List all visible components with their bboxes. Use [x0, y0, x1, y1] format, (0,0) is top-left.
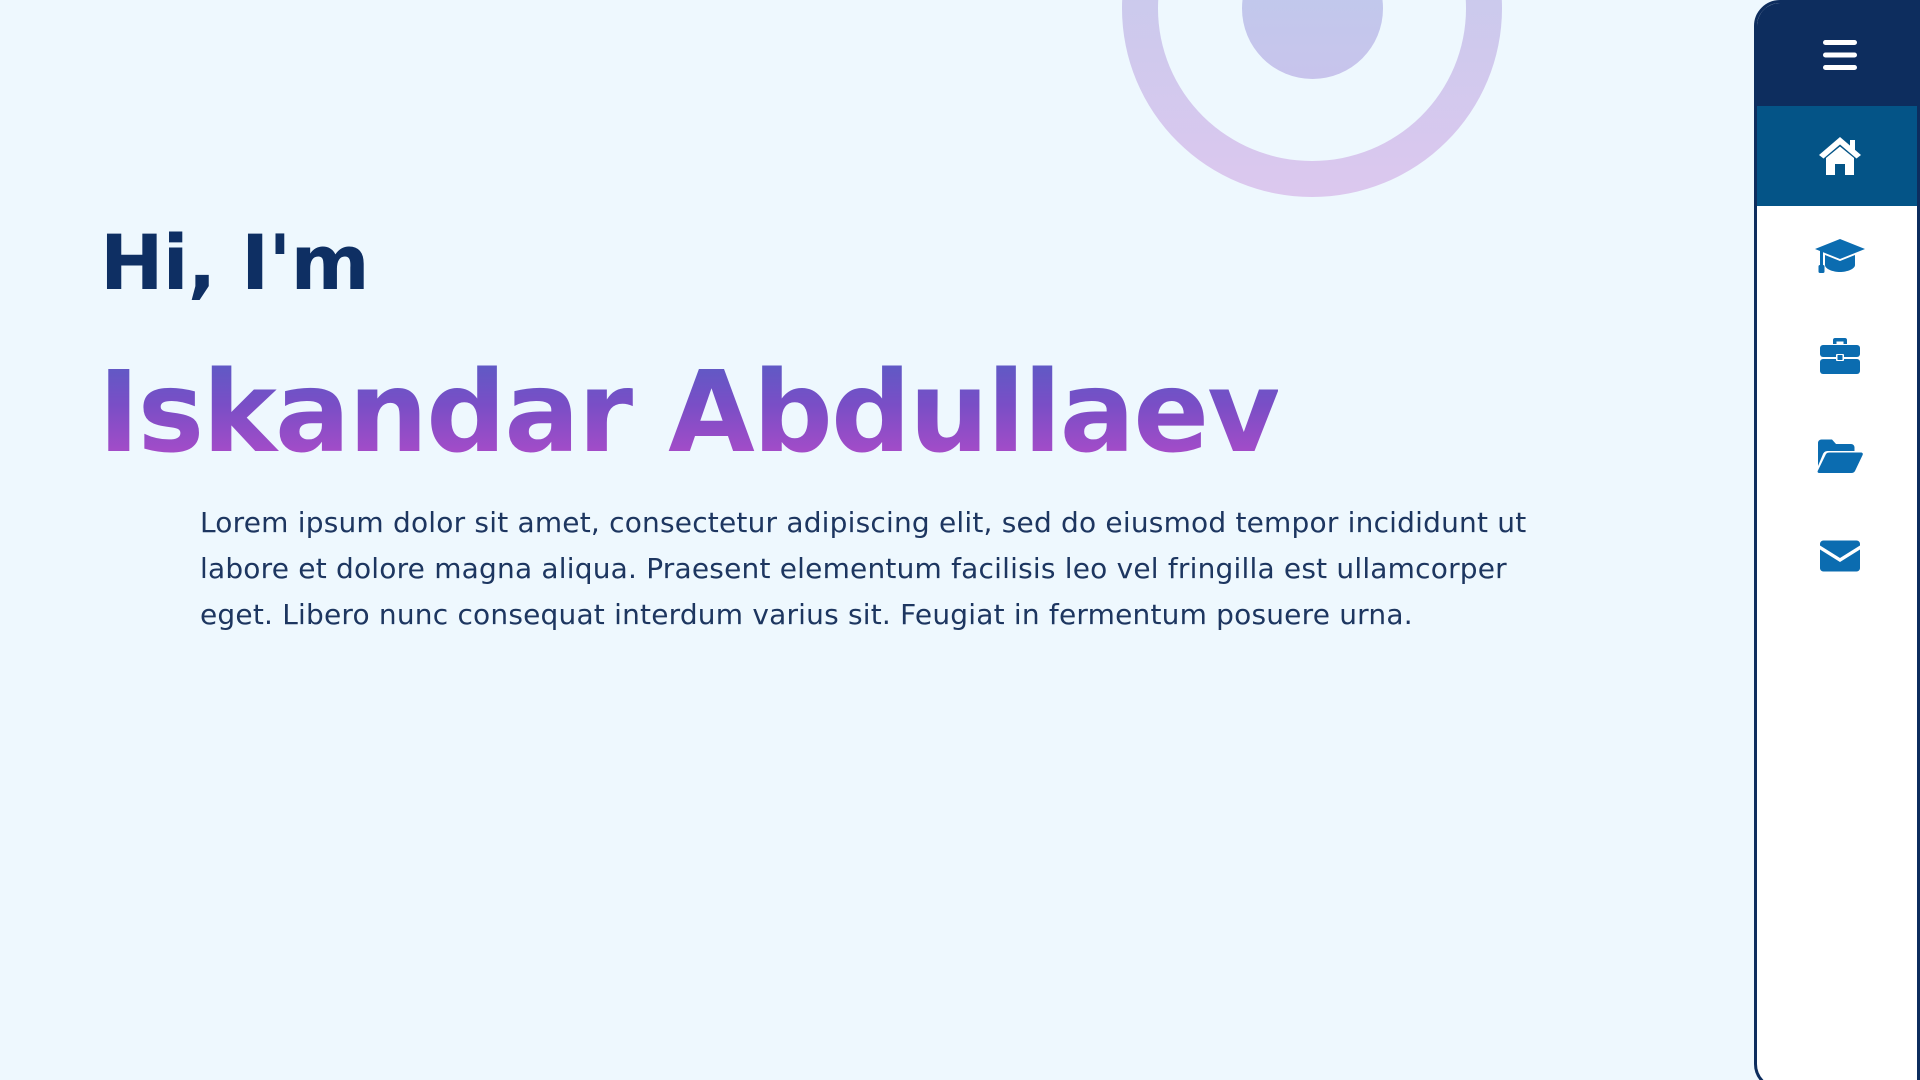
nav-menu-button[interactable] — [1757, 3, 1917, 106]
briefcase-icon — [1818, 336, 1862, 376]
envelope-icon — [1818, 539, 1862, 573]
hero-intro: Lorem ipsum dolor sit amet, consectetur … — [200, 506, 1527, 631]
nav-item-contact[interactable] — [1757, 506, 1917, 606]
folder-open-icon — [1816, 437, 1864, 475]
graduation-cap-icon — [1814, 236, 1866, 276]
nav-item-experience[interactable] — [1757, 306, 1917, 406]
menu-icon — [1821, 38, 1859, 72]
page: Hi, I'm Iskandar Abdullaev Lorem ipsum d… — [0, 0, 1920, 1080]
nav-item-education[interactable] — [1757, 206, 1917, 306]
hero-name: Iskandar Abdullaev — [98, 338, 1280, 488]
nav-item-home[interactable] — [1757, 106, 1917, 206]
side-navigation — [1754, 0, 1920, 1080]
hero-greeting: Hi, I'm — [100, 218, 370, 307]
nav-item-projects[interactable] — [1757, 406, 1917, 506]
home-icon — [1816, 134, 1864, 178]
